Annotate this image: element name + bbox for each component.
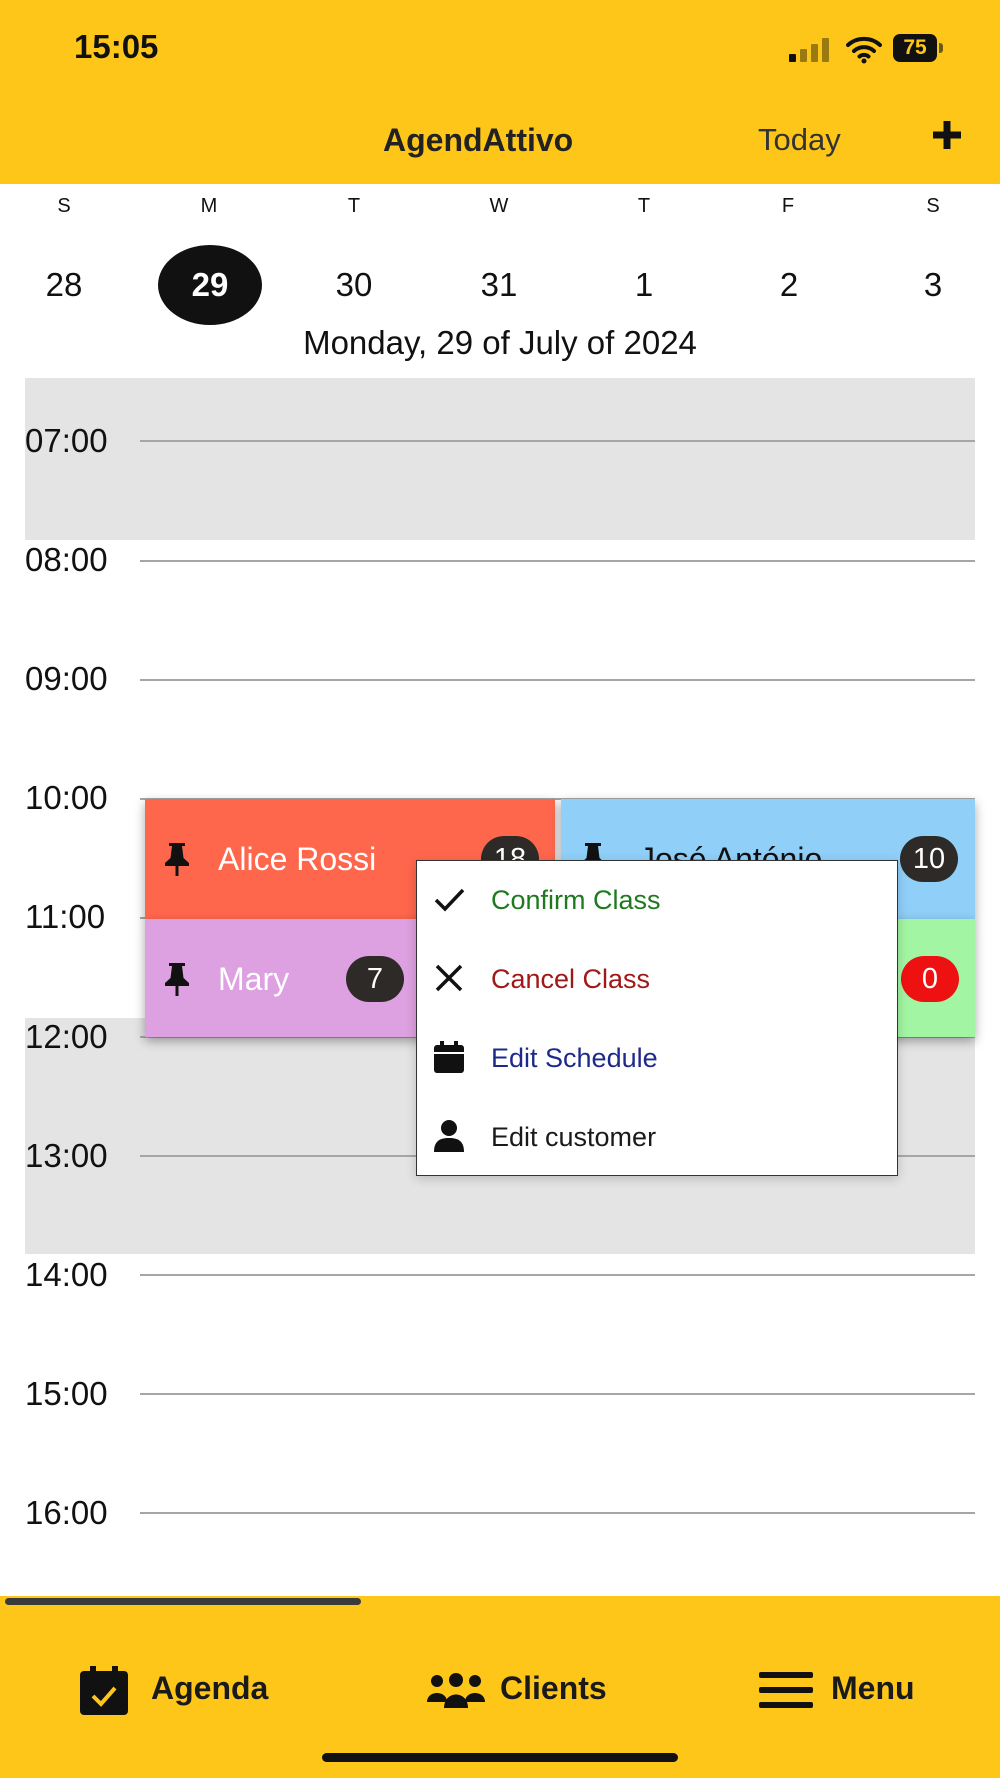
hour-line xyxy=(140,679,975,681)
battery-level: 75 xyxy=(903,36,927,59)
event-count-badge: 0 xyxy=(901,956,959,1002)
status-time: 15:05 xyxy=(74,28,159,65)
nav-label: Agenda xyxy=(151,1670,269,1706)
hour-label: 11:00 xyxy=(25,898,106,935)
nav-clients[interactable]: Clients xyxy=(427,1660,637,1716)
event-count-badge: 7 xyxy=(346,956,404,1002)
hour-line xyxy=(140,1274,975,1276)
person-icon xyxy=(434,1120,464,1152)
battery-icon: 75 xyxy=(893,34,943,62)
nav-label: Clients xyxy=(500,1670,607,1706)
unavailable-hours-block xyxy=(25,378,975,540)
calendar-icon xyxy=(434,1041,464,1073)
nav-menu[interactable]: Menu xyxy=(759,1660,959,1716)
hour-label: 09:00 xyxy=(25,660,108,697)
confirm-class-menu-item[interactable]: Confirm Class xyxy=(417,861,897,940)
event-name: Mary xyxy=(218,961,290,997)
pin-icon xyxy=(165,843,189,876)
close-icon xyxy=(435,964,463,992)
day-3[interactable]: 3 xyxy=(881,245,985,325)
scrollbar[interactable] xyxy=(5,1598,361,1605)
pin-icon xyxy=(165,963,189,996)
event-count-badge: 10 xyxy=(900,836,958,882)
day-28[interactable]: 28 xyxy=(12,245,116,325)
event-name: Alice Rossi xyxy=(218,841,377,877)
day-31[interactable]: 31 xyxy=(447,245,551,325)
hour-label: 14:00 xyxy=(25,1256,108,1293)
menu-item-label: Confirm Class xyxy=(491,885,661,915)
cellular-signal-icon xyxy=(789,38,833,62)
wifi-icon xyxy=(846,36,882,64)
cancel-class-menu-item[interactable]: Cancel Class xyxy=(417,940,897,1019)
menu-item-label: Cancel Class xyxy=(491,964,651,994)
edit-customer-menu-item[interactable]: Edit customer xyxy=(417,1098,897,1177)
hour-label: 16:00 xyxy=(25,1494,108,1531)
menu-item-label: Edit customer xyxy=(491,1122,657,1152)
hour-line xyxy=(140,1512,975,1514)
add-icon[interactable] xyxy=(930,118,964,152)
hour-label: 10:00 xyxy=(25,779,108,816)
home-indicator xyxy=(322,1753,678,1762)
day-29-selected[interactable]: 29 xyxy=(158,245,262,325)
hour-line xyxy=(140,560,975,562)
hour-label: 07:00 xyxy=(25,422,108,459)
selected-date-heading: Monday, 29 of July of 2024 xyxy=(303,324,697,361)
hour-line xyxy=(140,1393,975,1395)
edit-schedule-menu-item[interactable]: Edit Schedule xyxy=(417,1019,897,1098)
weekday-letter: F xyxy=(781,195,795,217)
event-context-menu: Confirm Class Cancel Class Edit Schedule… xyxy=(416,860,898,1176)
app-title: AgendAttivo xyxy=(383,122,574,158)
day-30[interactable]: 30 xyxy=(302,245,406,325)
weekday-letter: T xyxy=(637,195,651,217)
people-group-icon xyxy=(427,1673,485,1708)
day-2[interactable]: 2 xyxy=(737,245,841,325)
check-icon xyxy=(434,888,465,912)
weekday-letter: M xyxy=(200,195,218,217)
day-1[interactable]: 1 xyxy=(592,245,696,325)
weekday-letter: W xyxy=(489,195,509,217)
hour-label: 13:00 xyxy=(25,1137,108,1174)
hamburger-menu-icon xyxy=(759,1672,813,1708)
today-button[interactable]: Today xyxy=(758,122,841,158)
weekday-letter: T xyxy=(347,195,361,217)
menu-item-label: Edit Schedule xyxy=(491,1043,658,1073)
weekday-letter: S xyxy=(926,195,940,217)
hour-line xyxy=(140,440,975,442)
hour-label: 15:00 xyxy=(25,1375,108,1412)
weekday-letter: S xyxy=(57,195,71,217)
hour-label: 08:00 xyxy=(25,541,108,578)
nav-label: Menu xyxy=(831,1670,915,1706)
calendar-check-icon xyxy=(80,1666,128,1715)
nav-agenda[interactable]: Agenda xyxy=(78,1660,298,1716)
hour-label: 12:00 xyxy=(25,1018,108,1055)
